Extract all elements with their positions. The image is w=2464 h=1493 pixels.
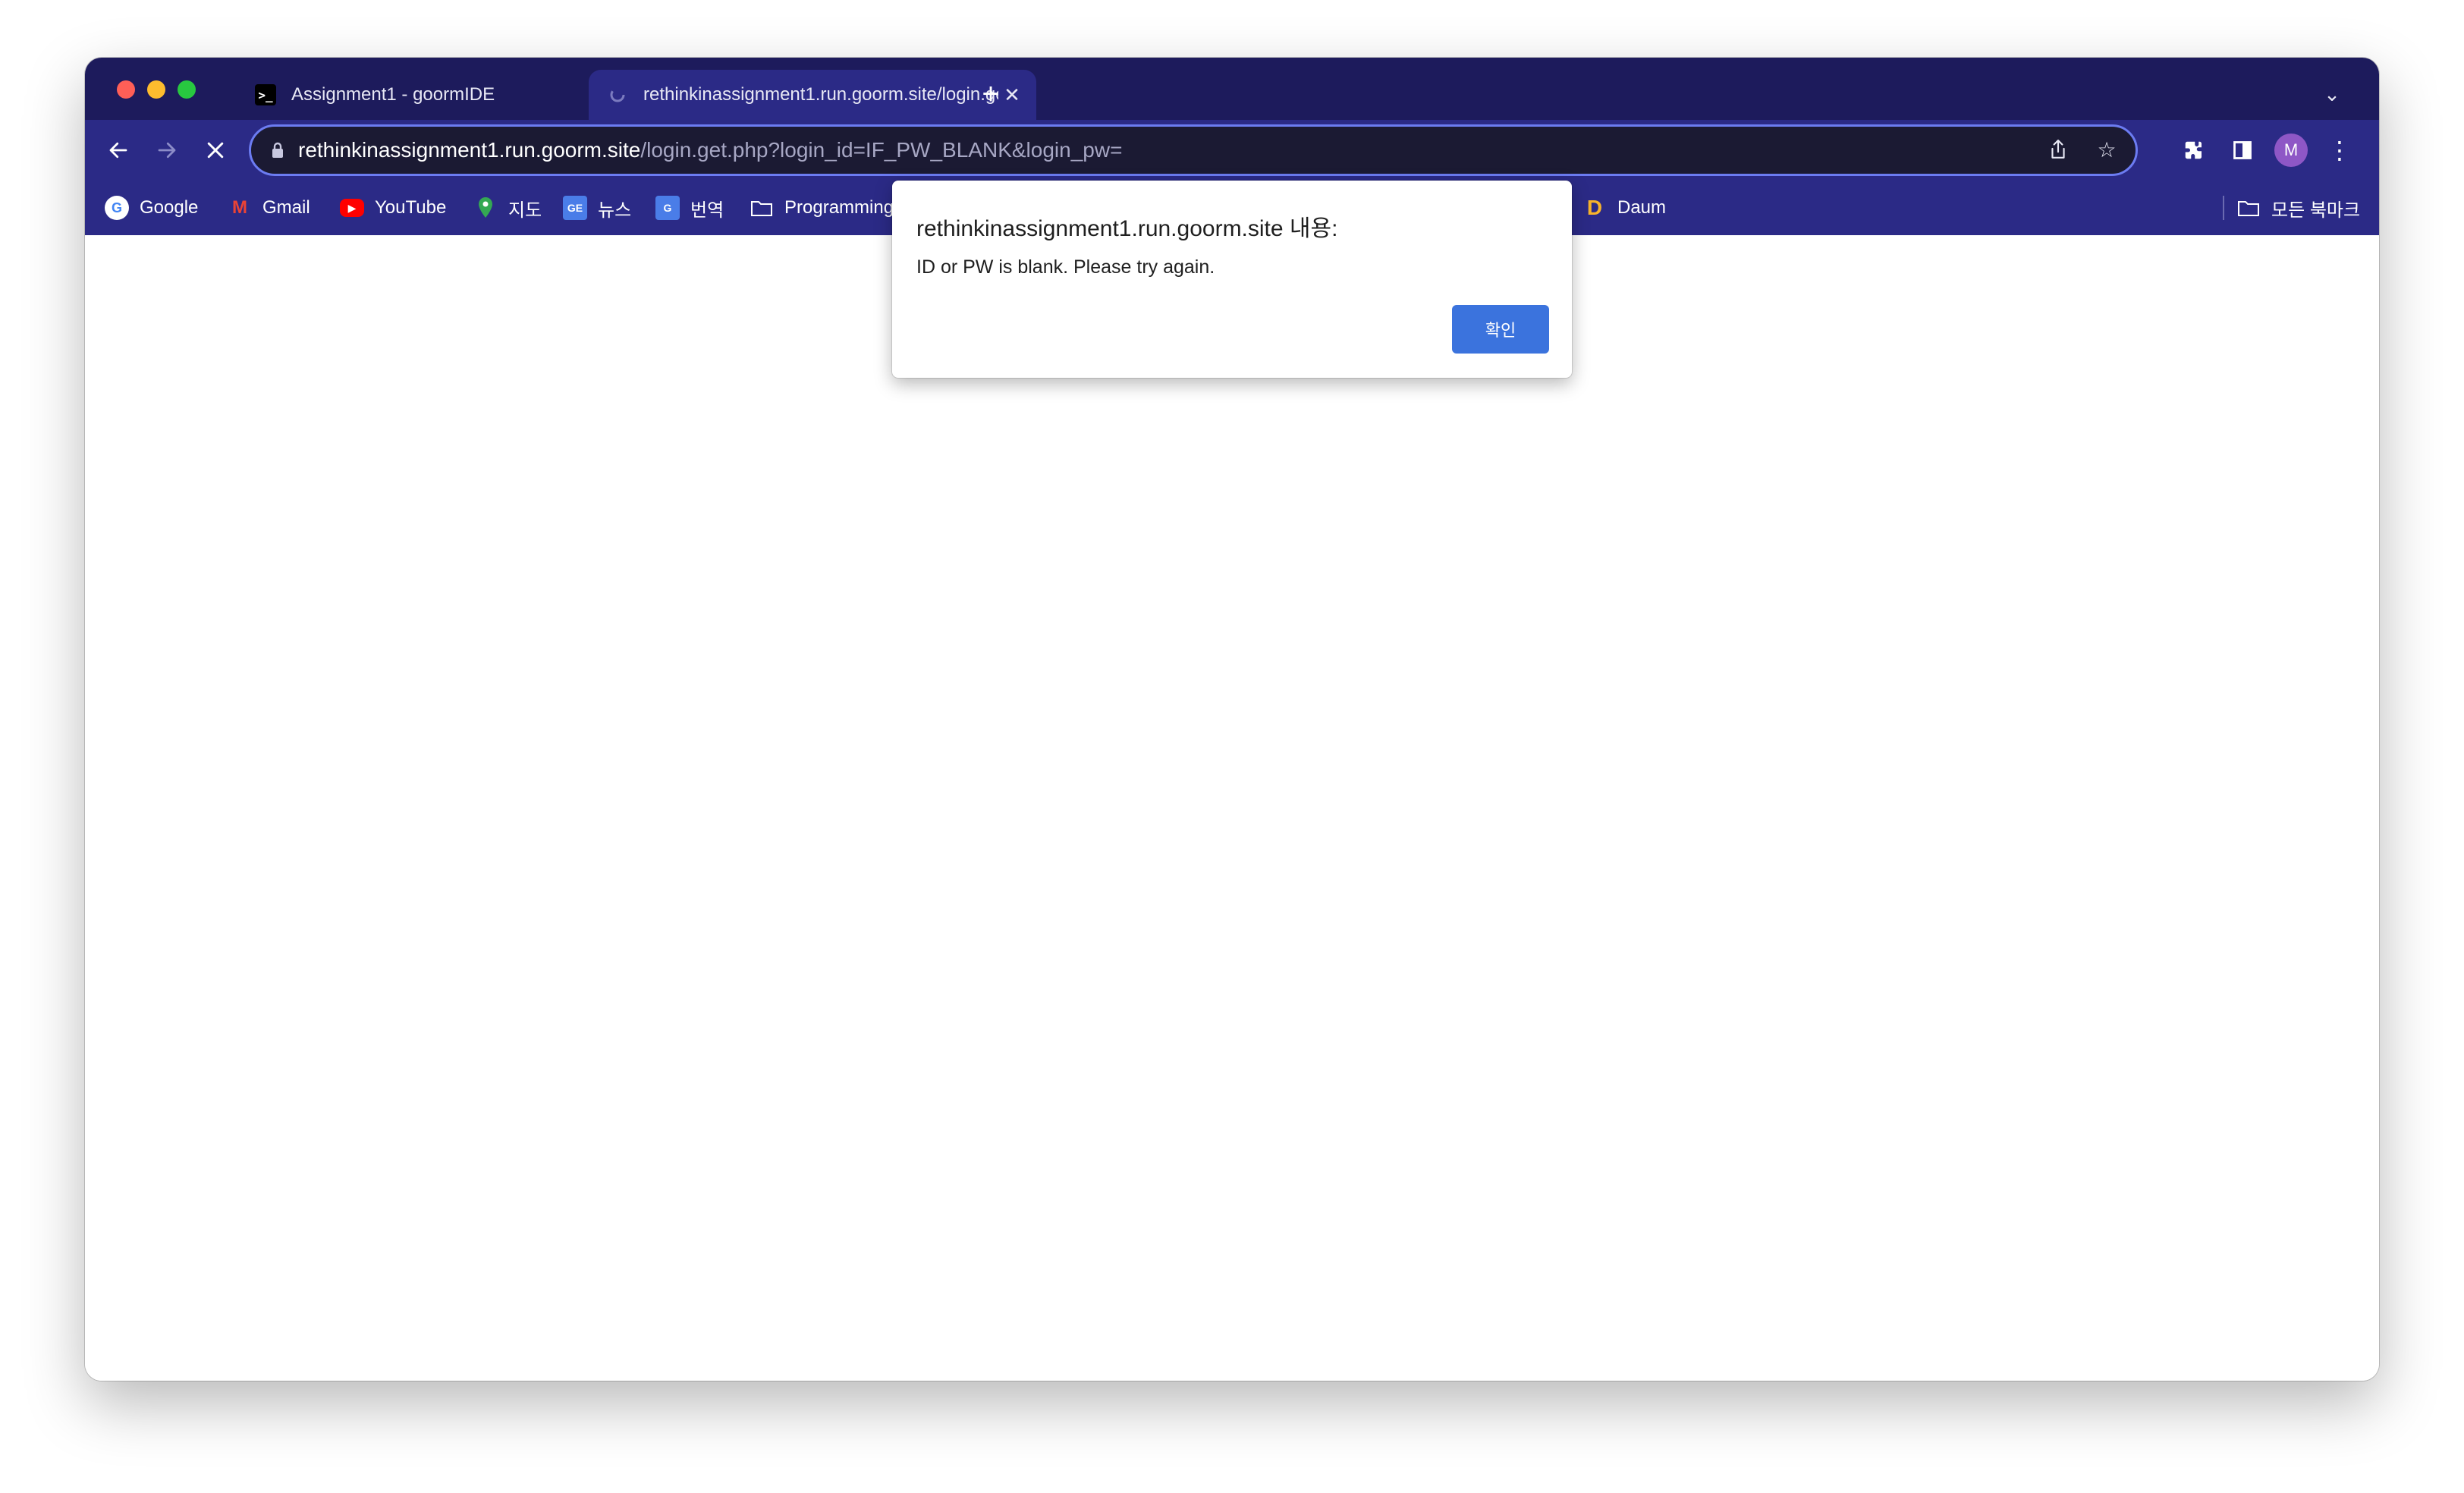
bookmark-label: 번역	[690, 200, 724, 221]
terminal-icon: >_	[255, 84, 276, 105]
all-bookmarks-button[interactable]: 모든 북마크	[2236, 181, 2360, 235]
bookmark-gmail[interactable]: M Gmail	[228, 181, 310, 235]
extensions-puzzle-icon[interactable]	[2177, 134, 2211, 167]
folder-icon	[750, 196, 774, 220]
chevron-down-icon[interactable]: ⌄	[2317, 79, 2347, 109]
url-host: rethinkinassignment1.run.goorm.site	[298, 138, 641, 162]
dialog-title: rethinkinassignment1.run.goorm.site 내용:	[916, 216, 1338, 241]
bookmark-label: YouTube	[375, 197, 447, 218]
gmail-icon: M	[232, 197, 247, 218]
alert-dialog: rethinkinassignment1.run.goorm.site 내용: …	[892, 181, 1572, 378]
tab-active-login[interactable]: rethinkinassignment1.run.goorm.site/logi…	[589, 70, 1036, 120]
bookmark-maps[interactable]: 지도	[473, 181, 542, 235]
profile-avatar[interactable]: M	[2274, 134, 2308, 167]
translate-icon: G	[655, 196, 680, 220]
bookmark-youtube[interactable]: ▶ YouTube	[340, 181, 446, 235]
bookmark-google[interactable]: G Google	[105, 181, 198, 235]
bookmark-label: Google	[140, 197, 199, 218]
forward-button[interactable]	[150, 134, 184, 167]
dialog-message: ID or PW is blank. Please try again.	[916, 256, 1215, 278]
loading-spinner-icon	[607, 84, 628, 105]
toolbar: rethinkinassignment1.run.goorm.site/logi…	[85, 120, 2379, 181]
side-panel-icon[interactable]	[2226, 134, 2259, 167]
bookmarks-divider	[2223, 196, 2224, 220]
bookmark-news[interactable]: GE 뉴스	[563, 181, 631, 235]
youtube-icon: ▶	[340, 199, 364, 217]
stop-loading-button[interactable]	[199, 134, 232, 167]
arrow-right-icon	[158, 142, 176, 159]
news-icon: GE	[563, 196, 587, 220]
close-icon	[207, 142, 224, 159]
close-window-button[interactable]	[117, 80, 135, 99]
tab-title: rethinkinassignment1.run.goorm.site/logi…	[643, 84, 998, 105]
url-text[interactable]: rethinkinassignment1.run.goorm.site/logi…	[298, 138, 1122, 162]
url-path: /login.get.php?login_id=IF_PW_BLANK&logi…	[640, 138, 1123, 162]
more-menu-icon[interactable]: ⋮	[2323, 134, 2356, 167]
bookmark-label: 지도	[508, 200, 542, 221]
minimize-window-button[interactable]	[147, 80, 165, 99]
lock-icon[interactable]	[268, 139, 288, 162]
bookmark-label: 뉴스	[598, 200, 632, 221]
bookmark-daum[interactable]: D Daum	[1582, 181, 1666, 235]
maps-icon	[473, 196, 498, 220]
bookmark-label: Programming	[784, 197, 894, 218]
bookmark-translate[interactable]: G 번역	[655, 181, 724, 235]
back-button[interactable]	[102, 134, 135, 167]
bookmark-label: Gmail	[262, 197, 310, 218]
new-tab-button[interactable]: +	[971, 74, 1010, 114]
all-bookmarks-label: 모든 북마크	[2271, 200, 2361, 221]
tab-strip: >_ Assignment1 - goormIDE ✕ rethinkinass…	[85, 58, 2379, 120]
folder-icon	[2236, 196, 2261, 220]
share-icon[interactable]	[2041, 133, 2075, 166]
browser-window: >_ Assignment1 - goormIDE ✕ rethinkinass…	[85, 58, 2379, 1381]
arrow-left-icon	[109, 142, 127, 159]
address-bar[interactable]: rethinkinassignment1.run.goorm.site/logi…	[249, 124, 2138, 176]
bookmark-star-icon[interactable]: ☆	[2090, 133, 2123, 166]
ok-button[interactable]: 확인	[1452, 305, 1549, 354]
google-icon: G	[105, 196, 129, 220]
maximize-window-button[interactable]	[178, 80, 196, 99]
page-content	[85, 235, 2379, 1381]
daum-icon: D	[1586, 196, 1603, 219]
bookmark-label: Daum	[1617, 197, 1667, 218]
